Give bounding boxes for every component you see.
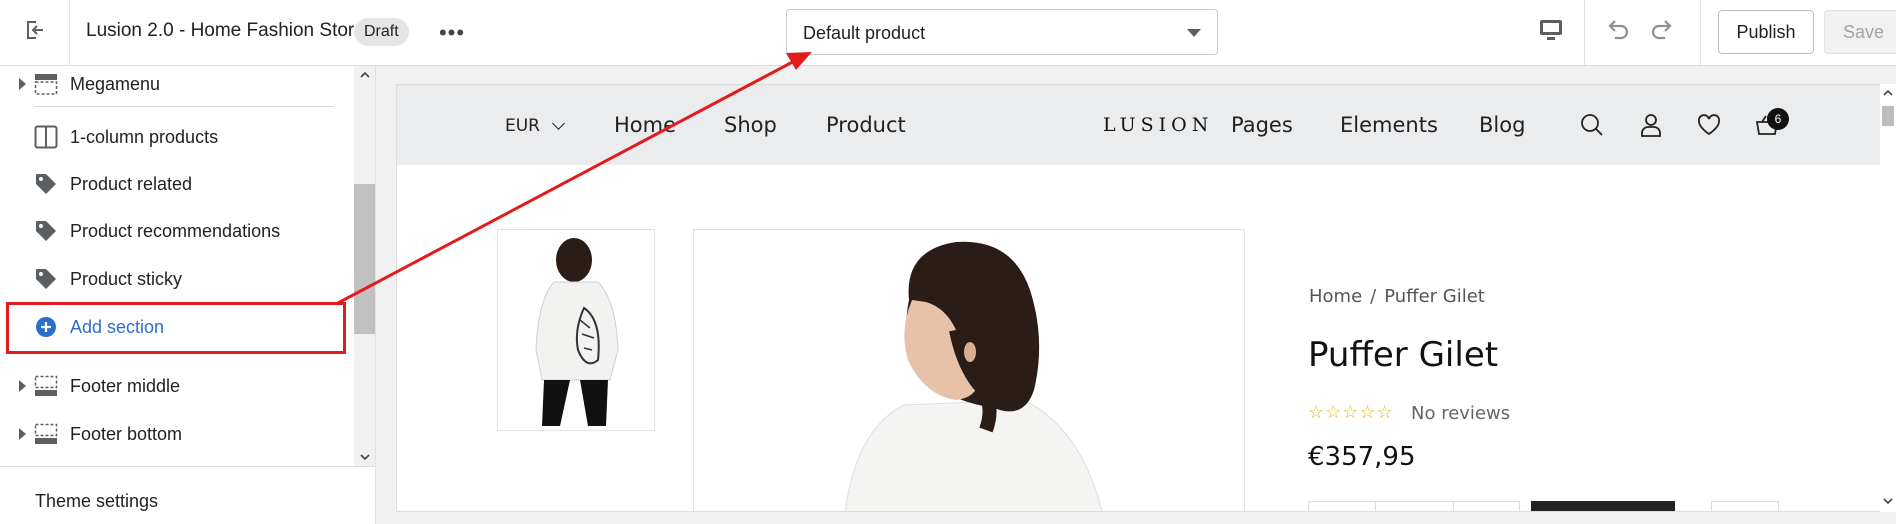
section-item-label: Product sticky xyxy=(70,268,183,289)
exit-icon xyxy=(24,19,46,46)
search-icon[interactable] xyxy=(1578,111,1606,139)
toolbar-divider xyxy=(1584,0,1585,65)
product-price: €357,95 xyxy=(1308,442,1416,472)
nav-link-product[interactable]: Product xyxy=(826,113,906,137)
sidebar-scrollbar[interactable] xyxy=(354,66,375,466)
desktop-icon xyxy=(1538,18,1564,47)
account-icon[interactable] xyxy=(1637,111,1665,139)
scrollbar-thumb[interactable] xyxy=(354,184,375,334)
wishlist-heart-icon[interactable] xyxy=(1695,111,1723,139)
toolbar-divider xyxy=(1700,0,1701,65)
scroll-down-icon[interactable] xyxy=(360,452,370,462)
save-button[interactable]: Save xyxy=(1824,10,1896,54)
tag-icon xyxy=(34,267,58,291)
section-list: Megamenu 1-column products Product relat… xyxy=(0,66,354,466)
chevron-down-icon xyxy=(1187,29,1201,37)
store-title: Lusion 2.0 - Home Fashion Store xyxy=(86,20,365,41)
nav-link-elements[interactable]: Elements xyxy=(1340,113,1438,137)
scroll-up-icon[interactable] xyxy=(360,70,370,80)
rating-stars: ☆☆☆☆☆ xyxy=(1308,402,1394,422)
section-item-footer-middle[interactable]: Footer middle xyxy=(0,366,354,406)
currency-selector[interactable]: EUR xyxy=(505,116,540,136)
section-divider xyxy=(34,106,334,107)
preview-scrollbar[interactable] xyxy=(1880,84,1896,512)
chevron-down-icon xyxy=(552,117,565,130)
breadcrumb: Home / Puffer Gilet xyxy=(1309,286,1485,307)
section-block-icon xyxy=(34,422,58,446)
scroll-up-icon[interactable] xyxy=(1883,88,1893,98)
nav-link-blog[interactable]: Blog xyxy=(1479,113,1525,137)
expand-arrow-icon[interactable] xyxy=(19,78,26,90)
section-item-product-related[interactable]: Product related xyxy=(0,164,354,204)
cart-count-badge: 6 xyxy=(1767,108,1789,130)
scrollbar-thumb[interactable] xyxy=(1882,106,1894,126)
template-select[interactable]: Default product xyxy=(786,9,1218,55)
redo-button[interactable] xyxy=(1644,14,1682,50)
breadcrumb-current: Puffer Gilet xyxy=(1384,286,1485,307)
section-block-icon xyxy=(34,72,58,96)
template-select-value: Default product xyxy=(803,23,926,43)
sections-sidebar: Megamenu 1-column products Product relat… xyxy=(0,66,376,524)
redo-icon xyxy=(1649,16,1677,49)
product-thumbnail[interactable] xyxy=(497,229,655,431)
undo-icon xyxy=(1603,16,1631,49)
section-item-label: Product related xyxy=(70,173,193,194)
product-main-image[interactable] xyxy=(693,229,1245,511)
more-actions-button[interactable]: ••• xyxy=(436,18,468,48)
reviews-count[interactable]: No reviews xyxy=(1411,403,1510,424)
nav-link-shop[interactable]: Shop xyxy=(724,113,777,137)
exit-editor-button[interactable] xyxy=(0,0,70,65)
section-item-footer-bottom[interactable]: Footer bottom xyxy=(0,414,354,454)
annotation-highlight-box xyxy=(6,302,346,354)
columns-icon xyxy=(34,125,58,149)
store-header: EUR Home Shop Product LUSION Pages Eleme… xyxy=(397,85,1880,165)
scroll-down-icon[interactable] xyxy=(1883,496,1893,506)
tag-icon xyxy=(34,172,58,196)
expand-arrow-icon[interactable] xyxy=(19,380,26,392)
section-item-label: Megamenu xyxy=(70,73,161,94)
section-item-1-column-products[interactable]: 1-column products xyxy=(0,117,354,157)
undo-button[interactable] xyxy=(1598,14,1636,50)
editor-topbar: Lusion 2.0 - Home Fashion Store Draft ••… xyxy=(0,0,1896,66)
section-item-product-sticky[interactable]: Product sticky xyxy=(0,259,354,299)
publish-button[interactable]: Publish xyxy=(1718,10,1814,54)
store-preview-frame: EUR Home Shop Product LUSION Pages Eleme… xyxy=(396,84,1881,512)
stepper-divider xyxy=(1375,502,1376,511)
breadcrumb-home[interactable]: Home xyxy=(1309,286,1362,307)
nav-link-home[interactable]: Home xyxy=(614,113,676,137)
section-item-label: Footer middle xyxy=(70,375,181,396)
section-item-megamenu[interactable]: Megamenu xyxy=(0,66,354,104)
add-to-cart-button[interactable] xyxy=(1531,501,1675,511)
section-block-icon xyxy=(34,374,58,398)
stepper-divider xyxy=(1453,502,1454,511)
section-item-label: Footer bottom xyxy=(70,423,183,444)
breadcrumb-separator: / xyxy=(1370,286,1377,307)
nav-link-pages[interactable]: Pages xyxy=(1231,113,1293,137)
add-to-wishlist-button[interactable] xyxy=(1711,501,1779,511)
more-icon: ••• xyxy=(438,20,466,45)
section-item-label: Product recommendations xyxy=(70,220,281,241)
expand-arrow-icon[interactable] xyxy=(19,428,26,440)
product-title: Puffer Gilet xyxy=(1308,335,1499,375)
tag-icon xyxy=(34,219,58,243)
theme-settings-label: Theme settings xyxy=(35,491,159,511)
store-logo[interactable]: LUSION xyxy=(1103,114,1213,136)
desktop-view-button[interactable] xyxy=(1532,14,1570,50)
status-badge: Draft xyxy=(354,18,409,46)
theme-settings-button[interactable]: Theme settings xyxy=(0,466,375,524)
section-item-product-recommendations[interactable]: Product recommendations xyxy=(0,211,354,251)
section-item-label: 1-column products xyxy=(70,126,219,147)
quantity-stepper[interactable] xyxy=(1308,501,1520,511)
